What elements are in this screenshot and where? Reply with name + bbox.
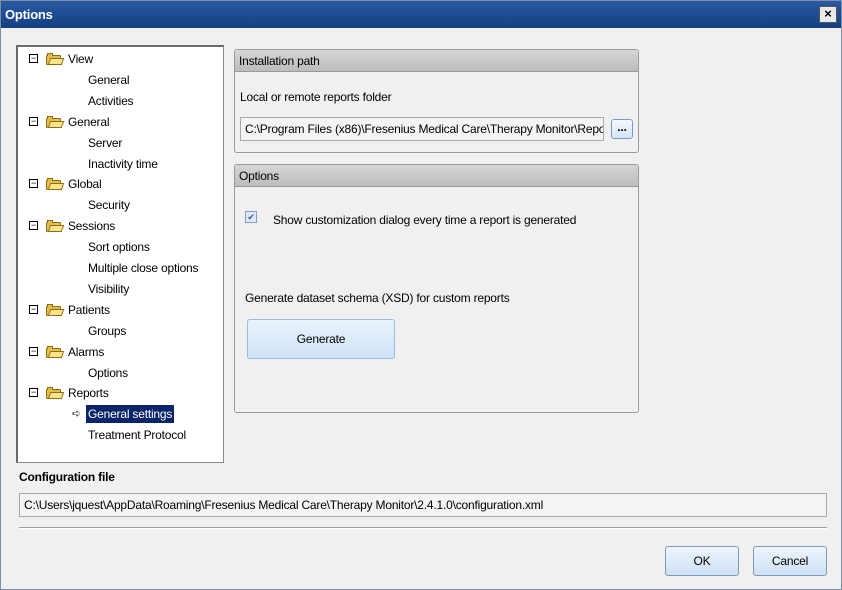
collapse-icon[interactable]: − (29, 388, 38, 398)
customization-dialog-checkbox[interactable]: ✔ (245, 211, 257, 223)
collapse-icon[interactable]: − (29, 346, 38, 356)
tree-item-security[interactable]: Security (18, 196, 218, 214)
tree-item-inactivity-time[interactable]: Inactivity time (18, 155, 218, 173)
folder-open-icon (46, 178, 65, 191)
tree-item-label: Inactivity time (88, 156, 158, 171)
tree-item-multiple-close-options[interactable]: Multiple close options (18, 259, 218, 277)
folder-open-icon (46, 53, 65, 65)
window-title: Options (5, 7, 53, 22)
tree-item-label: Sort options (88, 240, 150, 255)
options-group: Options ✔ Show customization dialog ever… (234, 164, 639, 413)
tree-node-global[interactable]: − Global (18, 175, 218, 193)
tree-item-visibility[interactable]: Visibility (18, 280, 218, 298)
installation-path-header: Installation path (235, 50, 638, 72)
title-bar[interactable]: Options × (1, 1, 841, 28)
reports-folder-input[interactable]: C:\Program Files (x86)\Fresenius Medical… (240, 117, 604, 141)
tree-item-label: Groups (88, 323, 127, 338)
tree-item-sort-options[interactable]: Sort options (18, 238, 218, 256)
tree-item-activities[interactable]: Activities (18, 92, 218, 110)
tree-node-reports[interactable]: − Reports (18, 384, 218, 402)
tree-node-label: General (68, 114, 110, 129)
tree-item-label: General settings (86, 405, 175, 424)
options-dialog: Options × − View General Activities − General… (0, 0, 842, 590)
folder-open-icon (46, 387, 65, 400)
arrow-right-icon: ➪ (72, 408, 82, 421)
reports-folder-label: Local or remote reports folder (240, 90, 392, 104)
collapse-icon[interactable]: − (29, 54, 38, 63)
customization-dialog-label: Show customization dialog every time a r… (273, 213, 577, 227)
configuration-file-label: Configuration file (19, 470, 115, 484)
browse-button[interactable]: ... (611, 119, 633, 139)
folder-open-icon (46, 220, 65, 233)
tree-node-label: Alarms (68, 344, 105, 359)
tree-node-label: Patients (68, 302, 110, 317)
tree-item-label: Activities (88, 93, 134, 108)
close-icon: × (824, 6, 832, 21)
checkmark-icon: ✔ (247, 212, 255, 222)
folder-open-icon (46, 303, 65, 316)
options-tree[interactable]: − View General Activities − General Server Inac… (16, 45, 224, 463)
tree-node-label: Sessions (68, 219, 116, 234)
tree-item-label: Server (88, 135, 123, 150)
collapse-icon[interactable]: − (29, 116, 38, 126)
cancel-button[interactable]: Cancel (753, 546, 827, 576)
tree-node-patients[interactable]: − Patients (18, 301, 218, 319)
ok-button[interactable]: OK (665, 546, 739, 576)
installation-path-group: Installation path Local or remote report… (234, 49, 639, 153)
tree-item-label: Options (88, 365, 128, 380)
folder-open-icon (46, 115, 65, 128)
close-button[interactable]: × (819, 6, 837, 23)
tree-node-label: Reports (68, 386, 109, 401)
generate-button[interactable]: Generate (247, 319, 395, 359)
tree-item-server[interactable]: Server (18, 134, 218, 152)
tree-node-alarms[interactable]: − Alarms (18, 343, 218, 361)
tree-item-options[interactable]: Options (18, 364, 218, 382)
tree-node-view[interactable]: − View (18, 50, 218, 68)
tree-item-label: General (88, 72, 130, 87)
tree-item-treatment-protocol[interactable]: Treatment Protocol (18, 426, 218, 444)
tree-item-label: Visibility (88, 281, 130, 296)
configuration-file-input[interactable]: C:\Users\jquest\AppData\Roaming\Freseniu… (19, 493, 827, 517)
collapse-icon[interactable]: − (29, 221, 38, 231)
schema-label: Generate dataset schema (XSD) for custom… (245, 291, 510, 305)
tree-item-label: Multiple close options (88, 261, 199, 275)
tree-item-groups[interactable]: Groups (18, 322, 218, 340)
separator (19, 527, 827, 529)
tree-node-label: Global (68, 177, 102, 192)
collapse-icon[interactable]: − (29, 304, 38, 314)
tree-node-general[interactable]: − General (18, 113, 218, 131)
tree-item-label: Security (88, 198, 130, 213)
tree-item-general-settings[interactable]: ➪ General settings (18, 405, 218, 424)
options-header: Options (235, 165, 638, 187)
tree-item-label: Treatment Protocol (88, 428, 186, 443)
tree-node-label: View (68, 52, 93, 66)
folder-open-icon (46, 345, 65, 358)
tree-item-general[interactable]: General (18, 71, 218, 89)
collapse-icon[interactable]: − (29, 179, 38, 189)
tree-node-sessions[interactable]: − Sessions (18, 217, 218, 235)
